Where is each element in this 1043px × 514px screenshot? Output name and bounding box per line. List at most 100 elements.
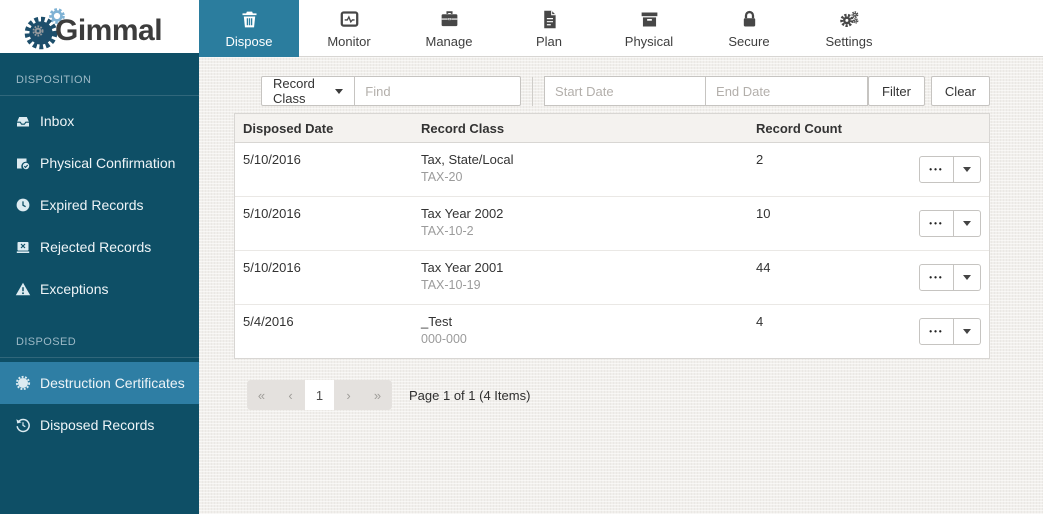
sidebar-item-rejected-records[interactable]: Rejected Records [0,226,199,268]
sidebar-item-label: Physical Confirmation [40,155,175,171]
row-more-button[interactable]: ••• [919,156,954,183]
tab-label: Settings [826,34,873,49]
lock-icon [739,9,760,30]
cell-actions: ••• [918,143,989,196]
cell-actions: ••• [918,197,989,250]
tab-label: Manage [426,34,473,49]
results-table: Disposed Date Record Class Record Count … [234,113,990,359]
tab-label: Physical [625,34,673,49]
cell-record-class: Tax, State/Local TAX-20 [413,143,748,196]
sidebar-item-label: Exceptions [40,281,108,297]
record-class-name: Tax Year 2001 [421,260,748,275]
clock-icon [15,197,31,213]
app-logo[interactable]: Gimmal [0,0,199,57]
record-class-code: TAX-10-19 [421,278,748,292]
box-check-icon [15,155,31,171]
sidebar-item-label: Inbox [40,113,74,129]
tab-monitor[interactable]: Monitor [299,0,399,57]
page-current-button[interactable]: 1 [305,380,334,410]
record-class-dropdown[interactable]: Record Class [261,76,355,106]
tab-label: Monitor [327,34,370,49]
filter-bar: Record Class Filter Clear [234,76,990,106]
cell-record-class: _Test 000-000 [413,305,748,358]
tab-label: Plan [536,34,562,49]
cell-disposed-date: 5/10/2016 [235,143,413,196]
gimmal-app: Gimmal Dispose Monitor Manage Plan Physi… [0,0,1043,514]
tab-plan[interactable]: Plan [499,0,599,57]
gears-icon [839,9,860,30]
row-dropdown-button[interactable] [954,210,981,237]
sidebar: DISPOSITION Inbox Physical Confirmation … [0,57,199,514]
tab-label: Secure [728,34,769,49]
sidebar-item-expired-records[interactable]: Expired Records [0,184,199,226]
cell-record-count: 44 [748,251,918,304]
end-date-input[interactable] [706,76,868,106]
tab-settings[interactable]: Settings [799,0,899,57]
caret-down-icon [963,167,971,172]
archive-box-icon [639,9,660,30]
table-body: 5/10/2016 Tax, State/Local TAX-20 2 ••• [235,143,989,358]
tab-manage[interactable]: Manage [399,0,499,57]
cell-disposed-date: 5/4/2016 [235,305,413,358]
record-class-dropdown-label: Record Class [273,76,327,106]
sidebar-item-exceptions[interactable]: Exceptions [0,268,199,310]
record-class-name: Tax, State/Local [421,152,748,167]
table-row: 5/10/2016 Tax, State/Local TAX-20 2 ••• [235,143,989,197]
caret-down-icon [963,221,971,226]
page-last-button[interactable]: » [363,380,392,410]
find-input[interactable] [355,76,521,106]
warning-icon [15,281,31,297]
page-next-button[interactable]: › [334,380,363,410]
start-date-input[interactable] [544,76,706,106]
main-content: Record Class Filter Clear Disposed Date … [199,57,1043,514]
row-dropdown-button[interactable] [954,318,981,345]
tab-physical[interactable]: Physical [599,0,699,57]
cell-record-count: 10 [748,197,918,250]
table-header: Disposed Date Record Class Record Count [235,114,989,143]
row-more-button[interactable]: ••• [919,318,954,345]
cell-record-count: 4 [748,305,918,358]
page-first-button[interactable]: « [247,380,276,410]
history-icon [15,417,31,433]
ellipsis-icon: ••• [929,220,943,228]
ellipsis-icon: ••• [929,328,943,336]
sidebar-item-disposed-records[interactable]: Disposed Records [0,404,199,446]
ellipsis-icon: ••• [929,274,943,282]
sidebar-item-destruction-certificates[interactable]: Destruction Certificates [0,362,199,404]
cell-disposed-date: 5/10/2016 [235,197,413,250]
tab-secure[interactable]: Secure [699,0,799,57]
pagination-row: « ‹ 1 › » Page 1 of 1 (4 Items) [247,380,1043,410]
cell-actions: ••• [918,251,989,304]
trash-icon [239,9,260,30]
row-dropdown-button[interactable] [954,264,981,291]
column-record-count: Record Count [748,121,918,136]
clear-button[interactable]: Clear [931,76,990,106]
row-dropdown-button[interactable] [954,156,981,183]
cell-actions: ••• [918,305,989,358]
sidebar-item-inbox[interactable]: Inbox [0,100,199,142]
cell-record-count: 2 [748,143,918,196]
pagination: « ‹ 1 › » [247,380,392,410]
column-record-class: Record Class [413,121,748,136]
cell-record-class: Tax Year 2001 TAX-10-19 [413,251,748,304]
caret-down-icon [335,89,343,94]
filter-button[interactable]: Filter [868,76,925,106]
record-class-code: TAX-20 [421,170,748,184]
column-disposed-date: Disposed Date [235,121,413,136]
caret-down-icon [963,275,971,280]
sidebar-item-physical-confirmation[interactable]: Physical Confirmation [0,142,199,184]
sidebar-section-disposition: DISPOSITION [0,57,199,95]
brand-name: Gimmal [55,16,162,53]
cell-disposed-date: 5/10/2016 [235,251,413,304]
row-more-button[interactable]: ••• [919,264,954,291]
table-row: 5/10/2016 Tax Year 2002 TAX-10-2 10 ••• [235,197,989,251]
tab-dispose[interactable]: Dispose [199,0,299,57]
tab-label: Dispose [226,34,273,49]
row-more-button[interactable]: ••• [919,210,954,237]
record-class-name: _Test [421,314,748,329]
cell-record-class: Tax Year 2002 TAX-10-2 [413,197,748,250]
page-prev-button[interactable]: ‹ [276,380,305,410]
sidebar-items: Inbox Physical Confirmation Expired Reco… [0,96,199,310]
table-row: 5/4/2016 _Test 000-000 4 ••• [235,305,989,358]
top-tabs: Dispose Monitor Manage Plan Physical Sec… [199,0,1043,57]
